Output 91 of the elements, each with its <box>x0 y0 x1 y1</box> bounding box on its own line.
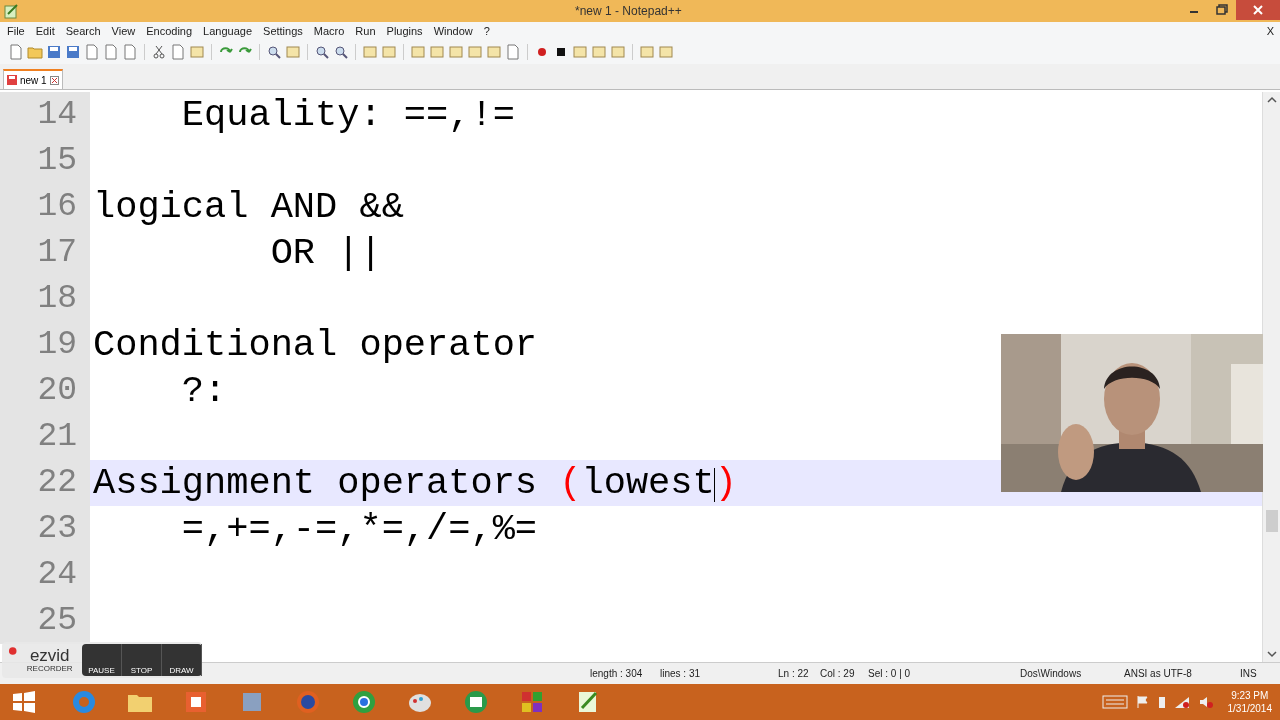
status-field: Ln : 22 <box>778 666 820 681</box>
recorder-label: RECORDER <box>26 664 73 673</box>
code-line: Equality: ==,!= <box>180 94 515 136</box>
code-line: =,+=,-=,*=,/=,%= <box>180 508 538 550</box>
line-number: 22 <box>0 460 90 506</box>
recorder-button[interactable]: STOP <box>122 644 162 676</box>
scissors-icon[interactable] <box>151 44 167 60</box>
menu-item[interactable]: Macro <box>308 22 350 40</box>
status-field: Sel : 0 | 0 <box>868 666 1020 681</box>
line-number: 25 <box>0 598 90 644</box>
document-icon[interactable] <box>170 44 186 60</box>
line-number: 17 <box>0 230 90 276</box>
scrollbar[interactable] <box>1262 92 1280 662</box>
line-number: 24 <box>0 552 90 598</box>
close-icon[interactable] <box>1236 0 1280 20</box>
line-number: 15 <box>0 138 90 184</box>
code-line: OR || <box>269 232 382 274</box>
line-number: 23 <box>0 506 90 552</box>
tile-icon[interactable] <box>448 44 464 60</box>
code-line: Conditional operator <box>93 324 538 366</box>
menu-item[interactable]: Edit <box>30 22 60 40</box>
status-field: INS <box>1240 666 1270 681</box>
close-menu-button[interactable]: X <box>1266 22 1274 40</box>
scroll-thumb[interactable] <box>1265 510 1278 532</box>
line-number: 18 <box>0 276 90 322</box>
status-field: Col : 29 <box>820 666 868 681</box>
windows-logo-icon[interactable] <box>12 690 36 714</box>
menu-item[interactable]: ? <box>478 22 495 40</box>
menu-item[interactable]: Plugins <box>381 22 428 40</box>
document-icon[interactable] <box>505 44 521 60</box>
tile-icon[interactable] <box>467 44 483 60</box>
line-number: 19 <box>0 322 90 368</box>
code-line: logical AND && <box>93 186 404 228</box>
document-icon[interactable] <box>8 44 24 60</box>
status-field: lines : 31 <box>660 666 778 681</box>
tile-icon[interactable] <box>285 44 301 60</box>
battery-icon[interactable] <box>1157 695 1166 709</box>
folder-icon[interactable] <box>27 44 43 60</box>
recorder-button[interactable]: PAUSE <box>82 644 122 676</box>
menu-item[interactable]: Language <box>198 22 258 40</box>
clock-time[interactable]: 9:23 PM <box>1231 689 1269 702</box>
tile-icon[interactable] <box>362 44 378 60</box>
line-number: 14 <box>0 92 90 138</box>
document-icon[interactable] <box>103 44 119 60</box>
speaker-icon[interactable] <box>1197 695 1214 709</box>
status-field: ANSI as UTF-8 <box>1124 666 1240 681</box>
tile-icon[interactable] <box>410 44 426 60</box>
circle-icon[interactable] <box>350 688 378 716</box>
tile-icon[interactable] <box>572 44 588 60</box>
tile-icon[interactable] <box>486 44 502 60</box>
line-number: 20 <box>0 368 90 414</box>
tile-icon[interactable] <box>189 44 205 60</box>
close-icon[interactable] <box>49 75 59 85</box>
recorder-logo: ezvid <box>29 647 70 664</box>
menu-item[interactable]: Search <box>60 22 106 40</box>
status-field: Dos\Windows <box>1020 666 1124 681</box>
magnifier-icon[interactable] <box>314 44 330 60</box>
document-icon[interactable] <box>84 44 100 60</box>
status-field: length : 304 <box>590 666 660 681</box>
code-line: ?: <box>180 370 227 412</box>
menu-item[interactable]: File <box>2 22 30 40</box>
magnifier-icon[interactable] <box>333 44 349 60</box>
document-icon[interactable] <box>122 44 138 60</box>
menu-item[interactable]: Window <box>428 22 478 40</box>
globe-icon[interactable] <box>294 688 322 716</box>
record-dot-icon[interactable] <box>8 646 18 656</box>
clock-date[interactable]: 1/31/2014 <box>1227 702 1272 715</box>
menu-item[interactable]: View <box>106 22 141 40</box>
circle-icon[interactable] <box>462 688 490 716</box>
flag-icon[interactable] <box>1135 695 1150 709</box>
magnifier-icon[interactable] <box>266 44 282 60</box>
menu-item[interactable]: Encoding <box>141 22 198 40</box>
code-line: Assignment operators (lowest) <box>93 462 737 504</box>
tile-icon[interactable] <box>639 44 655 60</box>
menu-item[interactable]: Run <box>350 22 381 40</box>
tile-icon[interactable] <box>658 44 674 60</box>
line-number: 16 <box>0 184 90 230</box>
scroll-down-icon[interactable] <box>1266 650 1277 658</box>
line-number: 21 <box>0 414 90 460</box>
tile-icon[interactable] <box>381 44 397 60</box>
editor-tab[interactable]: new 1 <box>3 69 63 89</box>
window-title: *new 1 - Notepad++ <box>575 3 682 20</box>
keyboard-icon[interactable] <box>1101 695 1128 709</box>
tile-icon[interactable] <box>429 44 445 60</box>
recorder-button[interactable]: DRAW <box>162 644 202 676</box>
network-icon[interactable] <box>1173 695 1190 709</box>
notepad-icon <box>3 3 19 19</box>
tile-icon[interactable] <box>610 44 626 60</box>
tile-icon[interactable] <box>591 44 607 60</box>
scroll-up-icon[interactable] <box>1266 96 1277 104</box>
menu-item[interactable]: Settings <box>258 22 308 40</box>
